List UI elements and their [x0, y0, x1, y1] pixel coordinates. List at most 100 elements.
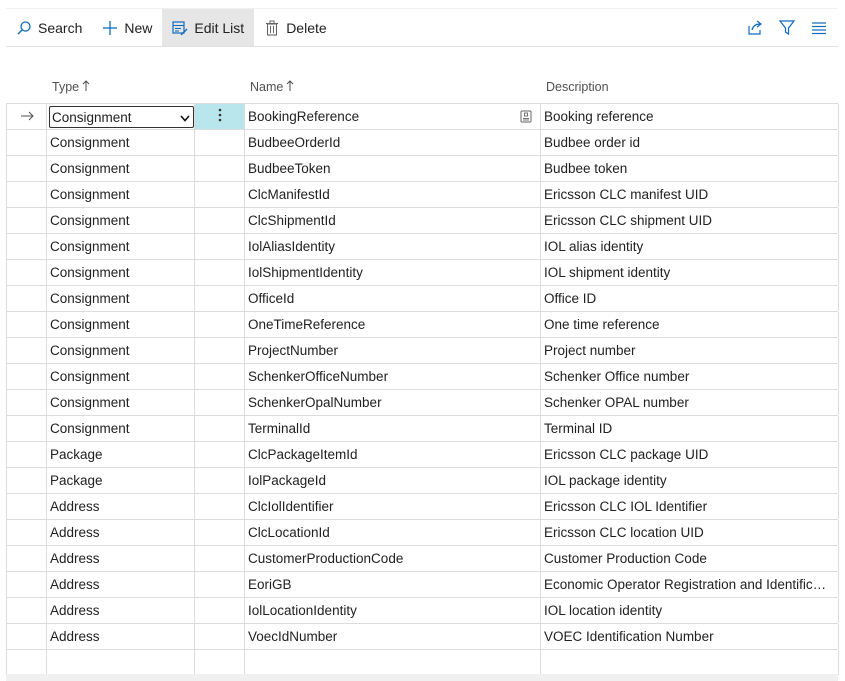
share-icon[interactable]	[746, 19, 764, 37]
column-header-description[interactable]: Description	[546, 80, 609, 94]
name-cell[interactable]: ClcIolIdentifier	[245, 494, 541, 519]
column-header-type[interactable]: Type	[52, 80, 90, 94]
new-button[interactable]: New	[92, 9, 162, 46]
description-cell[interactable]: IOL alias identity	[541, 234, 839, 259]
row-actions-cell[interactable]	[195, 208, 245, 233]
table-row[interactable]: Package ClcPackageItemId Ericsson CLC pack…	[7, 442, 839, 468]
name-cell[interactable]: VoecIdNumber	[245, 624, 541, 649]
description-cell[interactable]: Terminal ID	[541, 416, 839, 441]
name-cell[interactable]: SchenkerOfficeNumber	[245, 364, 541, 389]
description-cell[interactable]: IOL package identity	[541, 468, 839, 493]
name-cell[interactable]: EoriGB	[245, 572, 541, 597]
row-indicator[interactable]	[7, 494, 47, 519]
type-cell[interactable]: Package	[47, 468, 195, 493]
type-cell[interactable]: Consignment	[47, 416, 195, 441]
table-row[interactable]: Consignment ClcManifestId Ericsson CLC man…	[7, 182, 839, 208]
row-indicator[interactable]	[7, 650, 47, 675]
name-cell[interactable]: ClcLocationId	[245, 520, 541, 545]
type-cell[interactable]: Address	[47, 624, 195, 649]
row-actions-cell[interactable]	[195, 624, 245, 649]
name-cell[interactable]: IolPackageId	[245, 468, 541, 493]
type-cell[interactable]: Address	[47, 572, 195, 597]
row-actions-cell[interactable]	[195, 312, 245, 337]
row-actions-cell[interactable]	[195, 520, 245, 545]
row-actions-cell[interactable]	[195, 182, 245, 207]
type-cell[interactable]: Consignment	[47, 208, 195, 233]
row-indicator[interactable]	[7, 572, 47, 597]
table-row[interactable]: Address ClcIolIdentifier Ericsson CLC IOL …	[7, 494, 839, 520]
name-cell[interactable]: BudbeeToken	[245, 156, 541, 181]
row-indicator[interactable]	[7, 130, 47, 155]
row-actions-cell[interactable]	[195, 364, 245, 389]
row-actions-cell[interactable]	[195, 338, 245, 363]
row-indicator[interactable]	[7, 442, 47, 467]
row-actions-cell[interactable]	[195, 286, 245, 311]
row-actions-cell[interactable]	[195, 494, 245, 519]
description-cell[interactable]: Ericsson CLC package UID	[541, 442, 839, 467]
type-cell[interactable]: Address	[47, 494, 195, 519]
row-indicator[interactable]	[7, 260, 47, 285]
name-cell[interactable]	[245, 650, 541, 675]
filter-icon[interactable]	[778, 19, 796, 37]
type-cell[interactable]	[47, 650, 195, 675]
name-cell[interactable]: SchenkerOpalNumber	[245, 390, 541, 415]
table-row[interactable]: Address ClcLocationId Ericsson CLC locatio…	[7, 520, 839, 546]
description-cell[interactable]: Economic Operator Registration and Ident…	[541, 572, 839, 597]
description-cell[interactable]: Booking reference	[541, 104, 839, 129]
row-actions-cell[interactable]	[195, 130, 245, 155]
type-cell[interactable]: Consignment	[47, 234, 195, 259]
type-select[interactable]: Consignment	[49, 106, 194, 128]
table-row[interactable]: Package IolPackageId IOL package identity	[7, 468, 839, 494]
table-row[interactable]: Address VoecIdNumber VOEC Identification N…	[7, 624, 839, 650]
type-cell[interactable]: Consignment	[47, 286, 195, 311]
row-indicator[interactable]	[7, 624, 47, 649]
description-cell[interactable]: One time reference	[541, 312, 839, 337]
description-cell[interactable]: Schenker OPAL number	[541, 390, 839, 415]
row-indicator[interactable]	[7, 390, 47, 415]
type-cell[interactable]: Consignment	[47, 338, 195, 363]
name-cell[interactable]: BudbeeOrderId	[245, 130, 541, 155]
search-button[interactable]: Search	[6, 9, 92, 46]
row-indicator[interactable]	[7, 468, 47, 493]
row-actions-cell[interactable]	[195, 598, 245, 623]
description-cell[interactable]: Project number	[541, 338, 839, 363]
table-row[interactable]: Consignment TerminalId Terminal ID	[7, 416, 839, 442]
row-indicator[interactable]	[7, 598, 47, 623]
type-cell[interactable]: Consignment	[47, 390, 195, 415]
row-actions-cell[interactable]	[195, 546, 245, 571]
description-cell[interactable]: Schenker Office number	[541, 364, 839, 389]
row-indicator[interactable]	[7, 546, 47, 571]
row-actions-cell[interactable]	[195, 234, 245, 259]
row-indicator[interactable]	[7, 338, 47, 363]
type-cell[interactable]: Consignment	[47, 312, 195, 337]
table-row[interactable]: Consignment BudbeeToken Budbee token	[7, 156, 839, 182]
table-row[interactable]: Consignment BudbeeOrderId Budbee order id	[7, 130, 839, 156]
description-cell[interactable]: Ericsson CLC location UID	[541, 520, 839, 545]
table-row[interactable]: Consignment IolShipmentIdentity IOL shipme…	[7, 260, 839, 286]
more-options-icon[interactable]	[218, 108, 222, 125]
row-indicator[interactable]	[7, 234, 47, 259]
type-cell[interactable]: Consignment	[47, 260, 195, 285]
row-indicator[interactable]	[7, 286, 47, 311]
row-indicator[interactable]	[7, 182, 47, 207]
table-row[interactable]: Address EoriGB Economic Operator Registrat…	[7, 572, 839, 598]
table-row[interactable]: Consignment OneTimeReference One time refe…	[7, 312, 839, 338]
table-row[interactable]: Address CustomerProductionCode Customer Pr…	[7, 546, 839, 572]
name-cell[interactable]: ClcManifestId	[245, 182, 541, 207]
row-indicator[interactable]	[7, 104, 47, 129]
table-row[interactable]: Consignment ProjectNumber Project number	[7, 338, 839, 364]
name-cell[interactable]: IolAliasIdentity	[245, 234, 541, 259]
type-cell[interactable]: Address	[47, 520, 195, 545]
row-indicator[interactable]	[7, 208, 47, 233]
table-row[interactable]: Consignment SchenkerOfficeNumber Schenker …	[7, 364, 839, 390]
name-cell[interactable]: IolLocationIdentity	[245, 598, 541, 623]
description-cell[interactable]: Budbee token	[541, 156, 839, 181]
type-cell[interactable]: Address	[47, 546, 195, 571]
table-row[interactable]: Consignment OfficeId Office ID	[7, 286, 839, 312]
column-header-name[interactable]: Name	[250, 80, 294, 94]
description-cell[interactable]: VOEC Identification Number	[541, 624, 839, 649]
delete-button[interactable]: Delete	[254, 9, 336, 46]
row-actions-cell[interactable]	[195, 650, 245, 675]
name-cell[interactable]: CustomerProductionCode	[245, 546, 541, 571]
edit-list-button[interactable]: Edit List	[162, 9, 255, 46]
